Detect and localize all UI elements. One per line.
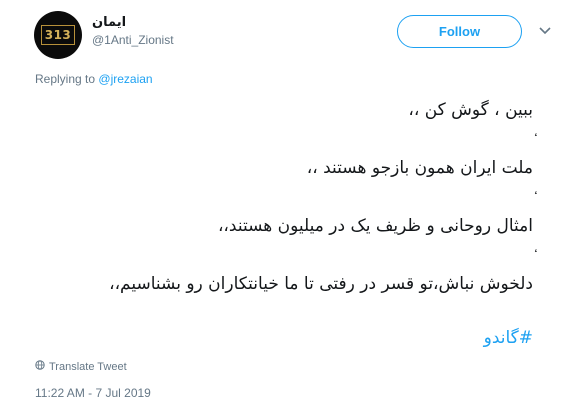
- tweet-timestamp[interactable]: 11:22 AM - 7 Jul 2019: [35, 386, 151, 400]
- avatar-logo: 313: [40, 25, 76, 45]
- translate-tweet-button[interactable]: Translate Tweet: [35, 360, 127, 373]
- tweet-line-2: ٔ: [34, 132, 533, 146]
- translate-tweet-label: Translate Tweet: [49, 360, 127, 373]
- reply-context: Replying to @jrezaian: [35, 72, 153, 86]
- avatar[interactable]: 313: [34, 11, 82, 59]
- globe-icon: [35, 360, 45, 373]
- tweet-line-6: ٔ: [34, 248, 533, 262]
- tweet-line-5: امثال روحانی و ظریف یک در میلیون هستند،،: [217, 216, 533, 236]
- author-display-name[interactable]: ایمان: [92, 15, 126, 30]
- follow-button[interactable]: Follow: [397, 15, 522, 48]
- tweet-line-1: ببین ، گوش کن ،،: [408, 100, 533, 120]
- tweet-line-3: ملت ایران همون بازجو هستند ،،: [306, 158, 533, 178]
- hashtag-link[interactable]: #گاندو: [484, 328, 533, 348]
- reply-mention-link[interactable]: @jrezaian: [98, 72, 152, 86]
- author-handle[interactable]: @1Anti_Zionist: [92, 33, 174, 47]
- tweet-line-7: دلخوش نباش،تو قسر در رفتی تا ما خیانتکار…: [109, 274, 533, 294]
- chevron-down-icon[interactable]: [537, 24, 553, 38]
- tweet-hashtag-line: #گاندو: [34, 326, 533, 350]
- tweet-line-4: ٔ: [34, 190, 533, 204]
- reply-context-prefix: Replying to: [35, 72, 96, 86]
